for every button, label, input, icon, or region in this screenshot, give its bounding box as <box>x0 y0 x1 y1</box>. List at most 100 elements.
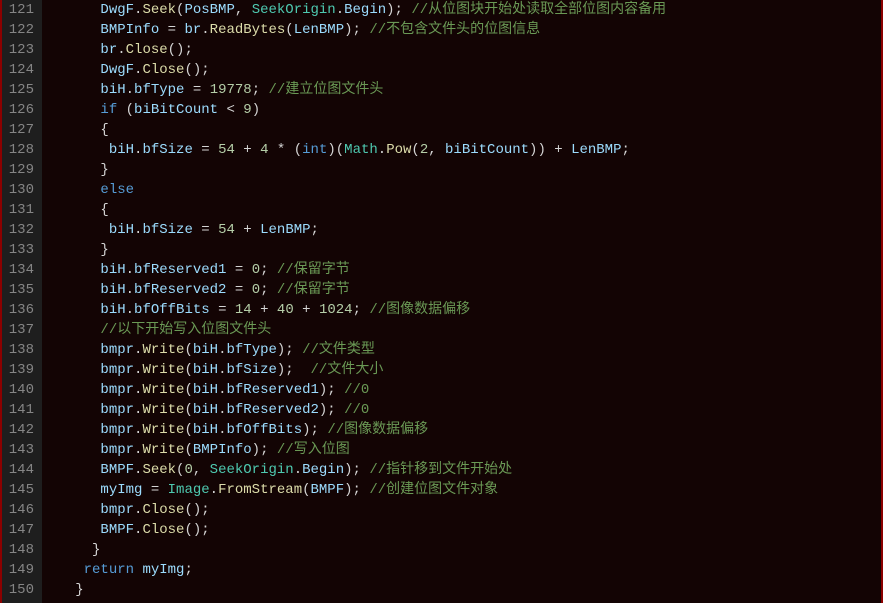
token-pn: . <box>378 142 386 158</box>
code-line[interactable]: return myImg; <box>50 560 881 580</box>
token-pn: } <box>100 242 108 258</box>
token-cls: Image <box>168 482 210 498</box>
code-line[interactable]: bmpr.Close(); <box>50 500 881 520</box>
token-num: 4 <box>260 142 268 158</box>
code-line[interactable]: bmpr.Write(BMPInfo); //写入位图 <box>50 440 881 460</box>
line-number: 126 <box>6 100 34 120</box>
code-line[interactable]: bmpr.Write(biH.bfOffBits); //图像数据偏移 <box>50 420 881 440</box>
code-line[interactable]: bmpr.Write(biH.bfType); //文件类型 <box>50 340 881 360</box>
token-mth: ReadBytes <box>210 22 286 38</box>
code-line[interactable]: else <box>50 180 881 200</box>
token-prop: bfSize <box>226 362 276 378</box>
line-number: 145 <box>6 480 34 500</box>
token-mth: Close <box>142 522 184 538</box>
code-line[interactable]: BMPF.Seek(0, SeekOrigin.Begin); //指针移到文件… <box>50 460 881 480</box>
code-line[interactable]: biH.bfSize = 54 + 4 * (int)(Math.Pow(2, … <box>50 140 881 160</box>
code-line[interactable]: } <box>50 580 881 600</box>
code-line[interactable]: bmpr.Write(biH.bfReserved1); //0 <box>50 380 881 400</box>
token-mth: Write <box>142 422 184 438</box>
code-line[interactable]: //以下开始写入位图文件头 <box>50 320 881 340</box>
token-var: bmpr <box>100 422 134 438</box>
code-line[interactable]: { <box>50 120 881 140</box>
token-pn: ) <box>252 102 260 118</box>
token-pn: ; <box>621 142 629 158</box>
token-pn: . <box>117 42 125 58</box>
token-cmt: //0 <box>344 402 369 418</box>
token-pn: ); <box>252 442 277 458</box>
token-cmt: //创建位图文件对象 <box>369 482 498 498</box>
token-var: DwgF <box>100 62 134 78</box>
token-op: = <box>210 302 235 318</box>
token-op: = <box>142 482 167 498</box>
line-number: 144 <box>6 460 34 480</box>
token-cmt: //保留字节 <box>277 282 350 298</box>
line-number: 138 <box>6 340 34 360</box>
token-op: = <box>193 142 218 158</box>
token-pn: ; <box>184 562 192 578</box>
token-op: * <box>269 142 294 158</box>
token-var: biH <box>193 342 218 358</box>
code-line[interactable]: DwgF.Seek(PosBMP, SeekOrigin.Begin); //从… <box>50 0 881 20</box>
line-number: 140 <box>6 380 34 400</box>
code-area[interactable]: DwgF.Seek(PosBMP, SeekOrigin.Begin); //从… <box>42 0 881 603</box>
token-var: biH <box>100 282 125 298</box>
token-cls: SeekOrigin <box>210 462 294 478</box>
code-line[interactable]: biH.bfReserved1 = 0; //保留字节 <box>50 260 881 280</box>
code-line[interactable]: } <box>50 540 881 560</box>
code-line[interactable]: BMPInfo = br.ReadBytes(LenBMP); //不包含文件头… <box>50 20 881 40</box>
token-mth: Pow <box>386 142 411 158</box>
token-var: BMPF <box>311 482 345 498</box>
token-var: biH <box>193 422 218 438</box>
line-number: 123 <box>6 40 34 60</box>
token-op: + <box>294 302 319 318</box>
code-line[interactable]: br.Close(); <box>50 40 881 60</box>
code-line[interactable]: } <box>50 160 881 180</box>
line-number: 133 <box>6 240 34 260</box>
line-number: 143 <box>6 440 34 460</box>
token-pn: ); <box>344 22 369 38</box>
code-line[interactable]: } <box>50 240 881 260</box>
token-prop: bfReserved2 <box>226 402 318 418</box>
token-mth: Seek <box>142 462 176 478</box>
line-number: 135 <box>6 280 34 300</box>
code-line[interactable]: biH.bfOffBits = 14 + 40 + 1024; //图像数据偏移 <box>50 300 881 320</box>
code-line[interactable]: myImg = Image.FromStream(BMPF); //创建位图文件… <box>50 480 881 500</box>
line-number: 130 <box>6 180 34 200</box>
token-var: biBitCount <box>445 142 529 158</box>
token-pn: ); <box>302 422 327 438</box>
token-var: bmpr <box>100 502 134 518</box>
code-line[interactable]: if (biBitCount < 9) <box>50 100 881 120</box>
token-pn: ); <box>277 362 311 378</box>
token-var: biH <box>193 382 218 398</box>
code-line[interactable]: bmpr.Write(biH.bfSize); //文件大小 <box>50 360 881 380</box>
token-cmt: //建立位图文件头 <box>269 82 384 98</box>
token-num: 14 <box>235 302 252 318</box>
code-line[interactable]: DwgF.Close(); <box>50 60 881 80</box>
token-pn: { <box>100 122 108 138</box>
code-line[interactable]: bmpr.Write(biH.bfReserved2); //0 <box>50 400 881 420</box>
token-pn: } <box>100 162 108 178</box>
token-pn: ( <box>184 442 192 458</box>
line-number: 124 <box>6 60 34 80</box>
token-pn: , <box>428 142 445 158</box>
code-line[interactable]: biH.bfSize = 54 + LenBMP; <box>50 220 881 240</box>
line-number-gutter: 1211221231241251261271281291301311321331… <box>2 0 42 603</box>
code-line[interactable]: { <box>50 200 881 220</box>
token-pn: ( <box>294 142 302 158</box>
token-var: LenBMP <box>260 222 310 238</box>
code-line[interactable]: biH.bfType = 19778; //建立位图文件头 <box>50 80 881 100</box>
code-line[interactable]: biH.bfReserved2 = 0; //保留字节 <box>50 280 881 300</box>
token-num: 2 <box>420 142 428 158</box>
code-line[interactable]: BMPF.Close(); <box>50 520 881 540</box>
token-mth: Write <box>142 342 184 358</box>
token-prop: bfType <box>226 342 276 358</box>
token-pn: ; <box>252 82 269 98</box>
token-pn: (); <box>184 502 209 518</box>
line-number: 150 <box>6 580 34 600</box>
token-var: BMPInfo <box>100 22 159 38</box>
token-cmt: //指针移到文件开始处 <box>369 462 512 478</box>
token-var: bmpr <box>100 402 134 418</box>
token-pn: )( <box>327 142 344 158</box>
token-mth: Write <box>142 442 184 458</box>
code-editor[interactable]: 1211221231241251261271281291301311321331… <box>0 0 883 603</box>
